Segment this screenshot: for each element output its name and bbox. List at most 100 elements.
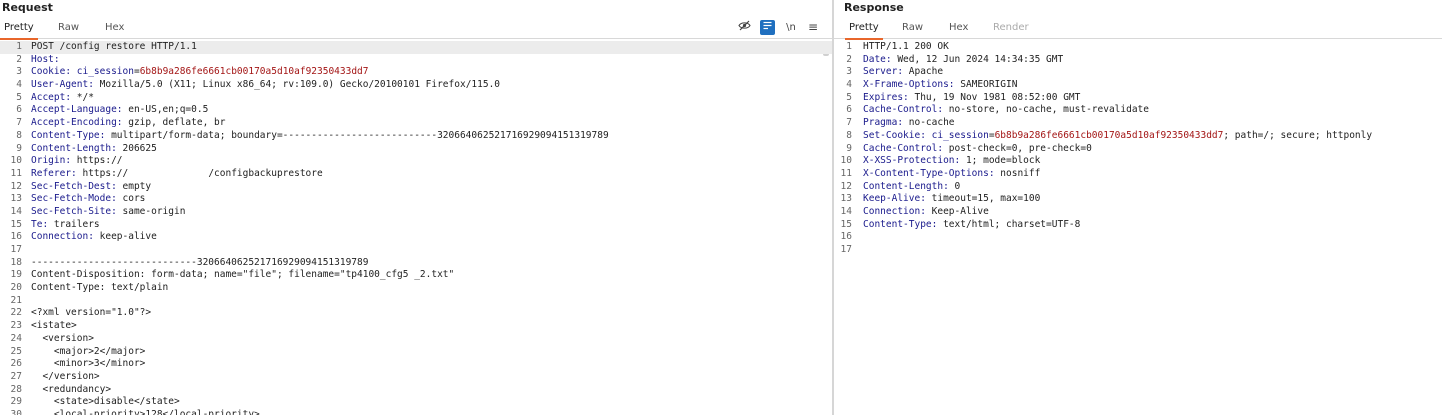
line-text: User-Agent: Mozilla/5.0 (X11; Linux x86_… (31, 79, 500, 92)
response-editor[interactable]: 1 HTTP/1.1 200 OK 2 Date: Wed, 12 Jun 2024 … (834, 41, 1442, 415)
text-segment: cors (116, 193, 146, 205)
request-title: Request (2, 1, 53, 14)
response-tab-render[interactable]: Render (989, 21, 1033, 38)
line-text: Content-Type: text/html; charset=UTF-8 (863, 219, 1080, 232)
line-text: -----------------------------32066406252… (31, 257, 368, 270)
text-segment: 206625 (116, 142, 157, 154)
response-pane: Response Pretty Raw Hex Render 1 HTTP/1.1… (834, 0, 1442, 415)
line-number: 29 (10, 396, 22, 408)
menu-icon[interactable]: ≡ (806, 20, 820, 35)
request-tab-pretty[interactable]: Pretty (0, 21, 38, 40)
header-name: Sec-Fetch-Dest: (31, 180, 117, 192)
line-number: 9 (16, 142, 22, 154)
header-name: Cookie: (31, 66, 72, 78)
request-tab-raw[interactable]: Raw (54, 21, 83, 38)
response-line: 12 Content-Length: 0 (834, 181, 1442, 194)
line-number: 11 (840, 167, 852, 179)
line-text: Connection: keep-alive (31, 231, 157, 244)
text-segment: text/html; charset=UTF-8 (937, 218, 1081, 230)
hide-eye-icon[interactable] (736, 20, 752, 35)
line-number: 12 (840, 180, 852, 192)
text-segment: en-US,en;q=0.5 (122, 104, 209, 116)
header-name: X-Content-Type-Options: (863, 167, 995, 179)
request-line: 24 <version> (0, 333, 832, 346)
line-text: <local-priority>128</local-priority> (31, 409, 260, 415)
response-line: 9 Cache-Control: post-check=0, pre-check=… (834, 143, 1442, 156)
line-text: Referer: https:// /configbackuprestore (31, 168, 323, 181)
line-number: 21 (10, 294, 22, 306)
response-tab-raw[interactable]: Raw (898, 21, 927, 38)
line-text: Keep-Alive: timeout=15, max=100 (863, 193, 1040, 206)
line-number: 6 (16, 104, 22, 116)
text-segment: Apache (903, 66, 944, 78)
text-segment: 0 (948, 180, 961, 192)
request-line: 17 (0, 244, 832, 257)
line-text: Cache-Control: post-check=0, pre-check=0 (863, 143, 1092, 156)
text-segment: POST /config restore HTTP/1.1 (31, 41, 197, 52)
line-text: X-Frame-Options: SAMEORIGIN (863, 79, 1017, 92)
header-name: Cache-Control: (863, 142, 944, 154)
text-segment: 1; mode=block (960, 155, 1041, 167)
line-text: </version> (31, 370, 100, 384)
request-line: 1 POST /config restore HTTP/1.1 (0, 41, 832, 54)
header-name: Connection: (863, 205, 926, 217)
line-number: 6 (846, 104, 852, 116)
response-line: 8 Set-Cookie: ci_session=6b8b9a286fe6661c… (834, 130, 1442, 143)
header-name: Te: (31, 218, 49, 230)
request-line: 25 <major>2</major> (0, 346, 832, 359)
wrap-lines-icon[interactable] (760, 20, 775, 35)
line-text: Sec-Fetch-Dest: empty (31, 181, 151, 194)
response-tab-hex[interactable]: Hex (945, 21, 972, 38)
line-text: X-XSS-Protection: 1; mode=block (863, 155, 1040, 168)
text-segment: nosniff (994, 167, 1041, 179)
text-segment: -----------------------------32066406252… (31, 256, 369, 268)
request-line: 19 Content-Disposition: form-data; name="… (0, 269, 832, 282)
line-number: 5 (16, 91, 22, 103)
request-tab-hex[interactable]: Hex (101, 21, 128, 38)
text-segment: </version> (31, 370, 100, 382)
request-line: 20 Content-Type: text/plain (0, 282, 832, 295)
line-number: 28 (10, 383, 22, 395)
line-text: Sec-Fetch-Mode: cors (31, 193, 145, 206)
request-line: 9 Content-Length: 206625 (0, 143, 832, 156)
text-segment: */* (71, 91, 94, 103)
line-number: 20 (10, 282, 22, 294)
header-name: X-Frame-Options: (863, 79, 955, 91)
request-line: 4 User-Agent: Mozilla/5.0 (X11; Linux x86… (0, 79, 832, 92)
request-line: 7 Accept-Encoding: gzip, deflate, br (0, 117, 832, 130)
line-number: 14 (10, 205, 22, 217)
line-text: Content-Length: 0 (863, 181, 960, 194)
line-number: 1 (16, 41, 22, 52)
response-tab-pretty[interactable]: Pretty (845, 21, 883, 40)
header-name: Content-Length: (863, 180, 949, 192)
response-line: 13 Keep-Alive: timeout=15, max=100 (834, 193, 1442, 206)
request-tabs: Pretty Raw Hex (0, 20, 832, 40)
request-editor[interactable]: 1 POST /config restore HTTP/1.1 2 Host: 3 Coo… (0, 41, 832, 415)
header-name: ci_session (71, 66, 134, 78)
line-text: Content-Type: text/plain (31, 282, 168, 295)
line-text: Host: (31, 54, 60, 67)
request-line: 29 <state>disable</state> (0, 396, 832, 409)
line-text: Accept-Language: en-US,en;q=0.5 (31, 104, 208, 117)
request-line: 21 (0, 295, 832, 308)
line-number: 13 (840, 193, 852, 205)
header-name: Host: (31, 53, 60, 65)
line-number: 16 (10, 231, 22, 243)
request-line: 18 -----------------------------320664062… (0, 257, 832, 270)
header-name: Accept-Encoding: (31, 117, 123, 129)
text-segment: HTTP/1.1 200 OK (863, 41, 949, 52)
response-line: 3 Server: Apache (834, 66, 1442, 79)
newline-toggle[interactable]: \n (784, 20, 798, 35)
text-segment: no-cache (903, 117, 955, 129)
request-line: 27 </version> (0, 371, 832, 384)
text-segment: timeout=15, max=100 (925, 193, 1041, 205)
text-segment: <major>2</major> (31, 345, 146, 357)
header-name: Accept: (31, 91, 72, 103)
line-number: 3 (846, 66, 852, 78)
request-line: 12 Sec-Fetch-Dest: empty (0, 181, 832, 194)
text-segment: trailers (48, 218, 100, 230)
line-number: 16 (840, 231, 852, 243)
line-text: Connection: Keep-Alive (863, 206, 989, 219)
header-name: Expires: (863, 91, 909, 103)
line-number: 4 (16, 79, 22, 91)
